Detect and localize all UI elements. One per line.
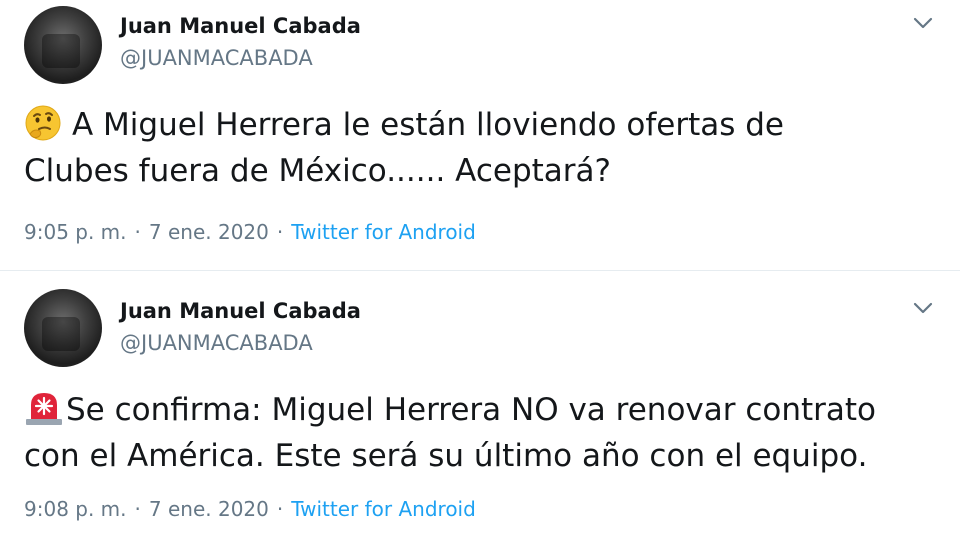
tweet-date[interactable]: 7 ene. 2020 (149, 220, 269, 244)
tweet-meta: 9:08 p. m. · 7 ene. 2020 · Twitter for Andro… (24, 497, 476, 521)
tweet-text-line-1: A Miguel Herrera le están lloviendo ofer… (72, 107, 784, 143)
meta-separator: · (276, 220, 284, 244)
meta-separator: · (134, 220, 141, 244)
author-name[interactable]: Juan Manuel Cabada (120, 299, 361, 323)
meta-separator: · (276, 497, 284, 521)
author-handle[interactable]: @JUANMACABADA (120, 46, 313, 70)
avatar[interactable] (24, 289, 102, 367)
tweet-text-line-2: con el América. Este será su último año … (24, 438, 868, 474)
tweet-date[interactable]: 7 ene. 2020 (149, 497, 269, 521)
tweet-text: Se confirma: Miguel Herrera NO va renova… (24, 387, 940, 479)
chevron-down-icon[interactable] (910, 10, 936, 36)
thinking-face-icon (25, 105, 61, 141)
tweet-time[interactable]: 9:08 p. m. (24, 497, 127, 521)
tweet-meta: 9:05 p. m. · 7 ene. 2020 · Twitter for Andro… (24, 220, 476, 244)
tweet-text: A Miguel Herrera le están lloviendo ofer… (24, 102, 940, 194)
tweet[interactable]: Juan Manuel Cabada @JUANMACABADA A Migue… (0, 0, 960, 270)
meta-separator: · (134, 497, 141, 521)
tweet[interactable]: Juan Manuel Cabada @JUANMACABADA Se conf… (0, 270, 960, 540)
author-name[interactable]: Juan Manuel Cabada (120, 14, 361, 38)
author-handle[interactable]: @JUANMACABADA (120, 331, 313, 355)
tweet-source-link[interactable]: Twitter for Android (291, 497, 476, 521)
tweet-source-link[interactable]: Twitter for Android (291, 220, 476, 244)
siren-icon (26, 393, 62, 425)
tweet-text-line-2: Clubes fuera de México...... Aceptará? (24, 153, 611, 189)
chevron-down-icon[interactable] (910, 295, 936, 321)
avatar[interactable] (24, 6, 102, 84)
tweet-text-line-1: Se confirma: Miguel Herrera NO va renova… (66, 392, 877, 428)
tweet-time[interactable]: 9:05 p. m. (24, 220, 127, 244)
